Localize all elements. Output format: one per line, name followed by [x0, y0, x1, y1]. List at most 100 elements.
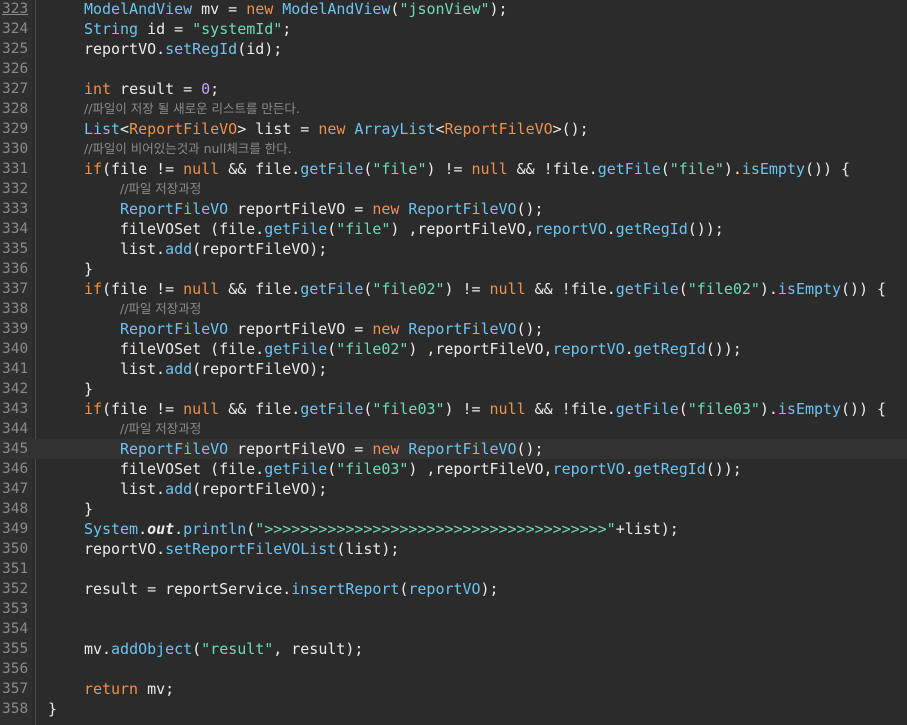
code-line[interactable]: 345 ReportFileVO reportFileVO = new Repor…: [0, 439, 907, 459]
code-line[interactable]: 324 String id = "systemId";: [0, 19, 907, 39]
code-line[interactable]: 347 list.add(reportFileVO);: [0, 479, 907, 499]
code-line[interactable]: 357 return mv;: [0, 679, 907, 699]
code-token: "file03": [687, 400, 760, 418]
code-token: +list);: [615, 520, 679, 538]
code-line[interactable]: 328 //파일이 저장 될 새로운 리스트를 만든다.: [0, 99, 907, 119]
code-token: ).: [759, 280, 778, 298]
code-line[interactable]: 337 if(file != null && file.getFile("file…: [0, 279, 907, 299]
code-text: if(file != null && file.getFile("file") …: [84, 159, 850, 179]
code-line[interactable]: 339 ReportFileVO reportFileVO = new Repor…: [0, 319, 907, 339]
code-token: ReportFileVO: [120, 200, 229, 218]
code-line[interactable]: 342}: [0, 379, 907, 399]
code-line[interactable]: 325 reportVO.setRegId(id);: [0, 39, 907, 59]
code-token: .: [138, 520, 148, 538]
code-token: id =: [138, 20, 193, 38]
code-line[interactable]: 346 fileVOSet (file.getFile("file03") ,re…: [0, 459, 907, 479]
code-token: null: [489, 280, 526, 298]
code-text: int result = 0;: [84, 79, 219, 99]
code-line[interactable]: 336}: [0, 259, 907, 279]
code-token: && !file.: [507, 160, 598, 178]
code-text: ReportFileVO reportFileVO = new ReportFi…: [120, 439, 544, 459]
code-token: isEmpty: [741, 160, 805, 178]
line-number: 357: [2, 681, 29, 697]
code-token: mv.: [84, 640, 112, 658]
code-line[interactable]: 343 if(file != null && file.getFile("file…: [0, 399, 907, 419]
code-line[interactable]: 329 List<ReportFileVO> list = new ArrayLi…: [0, 119, 907, 139]
code-text: }: [84, 379, 93, 399]
code-line[interactable]: 352 result = reportService.insertReport(r…: [0, 579, 907, 599]
code-token: getFile: [300, 400, 364, 418]
code-token: null: [471, 160, 508, 178]
line-number: 354: [2, 621, 29, 637]
code-line[interactable]: 348}: [0, 499, 907, 519]
code-token: mv;: [138, 680, 175, 698]
code-token: && file.: [219, 160, 301, 178]
line-number: 349: [2, 521, 29, 537]
code-token: null: [489, 400, 526, 418]
code-text: if(file != null && file.getFile("file02"…: [84, 279, 886, 299]
code-line[interactable]: 332 //파일 저장과정: [0, 179, 907, 199]
code-text: mv.addObject("result", result);: [84, 639, 363, 659]
code-token: ) !=: [444, 280, 490, 298]
line-number: 351: [2, 561, 29, 577]
code-line[interactable]: 327 int result = 0;: [0, 79, 907, 99]
code-line[interactable]: 335 list.add(reportFileVO);: [0, 239, 907, 259]
line-number: 323: [2, 1, 29, 17]
code-text: }: [84, 499, 93, 519]
code-token: "file03": [336, 460, 409, 478]
code-token: ReportFileVO: [120, 440, 229, 458]
code-token: "file": [336, 220, 391, 238]
code-token: add: [165, 360, 193, 378]
code-token: new: [318, 120, 346, 138]
line-number: 341: [2, 361, 29, 377]
code-line[interactable]: 331 if(file != null && file.getFile("file…: [0, 159, 907, 179]
code-line[interactable]: 350 reportVO.setReportFileVOList(list);: [0, 539, 907, 559]
code-token: ();: [516, 440, 544, 458]
code-line[interactable]: 356: [0, 659, 907, 679]
code-token: ">>>>>>>>>>>>>>>>>>>>>>>>>>>>>>>>>>>>>>": [255, 520, 616, 538]
code-line[interactable]: 349 System.out.println(">>>>>>>>>>>>>>>>>…: [0, 519, 907, 539]
code-token: int: [84, 80, 112, 98]
code-editor[interactable]: 323 ModelAndView mv = new ModelAndView("j…: [0, 0, 907, 725]
code-token: new: [246, 0, 274, 18]
code-line[interactable]: 341 list.add(reportFileVO);: [0, 359, 907, 379]
code-token: new: [372, 440, 400, 458]
code-token: ());: [687, 220, 724, 238]
code-line[interactable]: 326: [0, 59, 907, 79]
code-token: (: [660, 160, 670, 178]
code-line[interactable]: 330 //파일이 비어있는것과 null체크를 한다.: [0, 139, 907, 159]
code-token: ArrayList: [354, 120, 436, 138]
code-line[interactable]: 353: [0, 599, 907, 619]
code-token: <: [120, 120, 130, 138]
code-line[interactable]: 333 ReportFileVO reportFileVO = new Repor…: [0, 199, 907, 219]
code-token: result =: [111, 80, 202, 98]
code-token: (id);: [237, 40, 283, 58]
code-line[interactable]: 358}: [0, 699, 907, 719]
line-number: 345: [2, 441, 29, 457]
line-number: 355: [2, 641, 29, 657]
code-token: reportFileVO =: [228, 440, 373, 458]
line-number: 343: [2, 401, 29, 417]
code-token: (reportFileVO);: [192, 360, 328, 378]
code-token: getFile: [615, 280, 679, 298]
code-line[interactable]: 338 //파일 저장과정: [0, 299, 907, 319]
code-line[interactable]: 354: [0, 619, 907, 639]
code-line[interactable]: 355 mv.addObject("result", result);: [0, 639, 907, 659]
line-number: 326: [2, 61, 29, 77]
code-token: ReportFileVO: [444, 120, 553, 138]
code-token: ) ,reportFileVO,: [408, 340, 553, 358]
code-line[interactable]: 340 fileVOSet (file.getFile("file02") ,re…: [0, 339, 907, 359]
code-line[interactable]: 344 //파일 저장과정: [0, 419, 907, 439]
code-text: String id = "systemId";: [84, 19, 291, 39]
line-number: 324: [2, 21, 29, 37]
code-token: if: [84, 280, 103, 298]
line-number: 358: [2, 701, 29, 717]
code-token: result = reportService.: [84, 580, 292, 598]
code-line[interactable]: 351: [0, 559, 907, 579]
code-line[interactable]: 334 fileVOSet (file.getFile("file") ,repo…: [0, 219, 907, 239]
code-line[interactable]: 323 ModelAndView mv = new ModelAndView("j…: [0, 0, 907, 19]
code-token: (: [246, 520, 256, 538]
code-token: ;: [282, 20, 292, 38]
code-token: reportFileVO =: [228, 320, 373, 338]
code-token: insertReport: [291, 580, 400, 598]
